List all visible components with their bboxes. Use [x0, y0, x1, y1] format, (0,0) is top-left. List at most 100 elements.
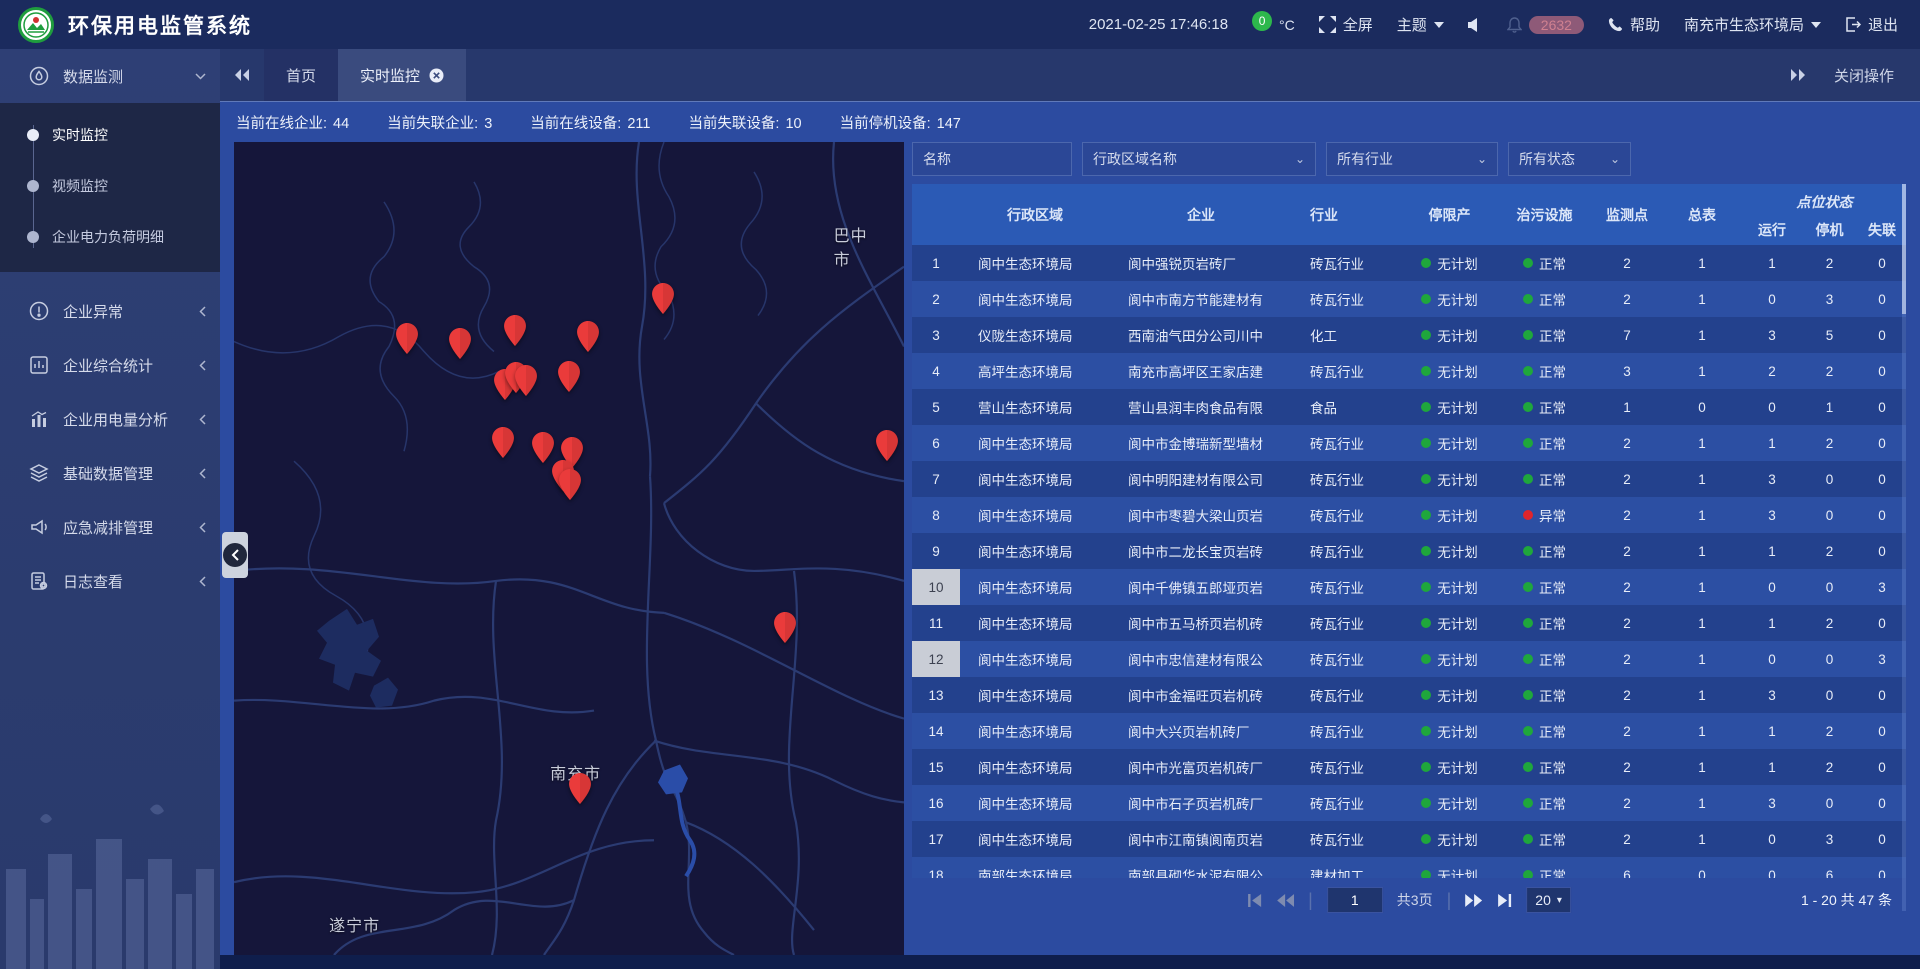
- notification-area[interactable]: 2632: [1507, 16, 1584, 34]
- sidebar-item-log-view[interactable]: 日志查看: [0, 554, 220, 608]
- status-dot-icon: [1421, 798, 1431, 808]
- table-row[interactable]: 7阆中生态环境局阆中明阳建材有限公司砖瓦行业无计划正常21300: [912, 461, 1906, 497]
- sidebar-item-enterprise-statistics[interactable]: 企业综合统计: [0, 338, 220, 392]
- table-row[interactable]: 4高坪生态环境局南充市高坪区王家店建砖瓦行业无计划正常31220: [912, 353, 1906, 389]
- table-row[interactable]: 8阆中生态环境局阆中市枣碧大梁山页岩砖瓦行业无计划异常21300: [912, 497, 1906, 533]
- map-pin[interactable]: [876, 430, 898, 466]
- cell-company: 南充市高坪区王家店建: [1110, 361, 1292, 381]
- chevron-left-icon: [199, 468, 206, 479]
- tabs-scroll-left-icon[interactable]: [220, 49, 264, 101]
- sidebar-subitem-power-load-detail[interactable]: 企业电力负荷明细: [0, 211, 220, 262]
- help-button[interactable]: 帮助: [1608, 14, 1660, 35]
- sidebar-item-data-monitoring[interactable]: 数据监测: [0, 49, 220, 103]
- table-row[interactable]: 13阆中生态环境局阆中市金福旺页岩机砖砖瓦行业无计划正常21300: [912, 677, 1906, 713]
- app-logo-icon: [18, 7, 54, 43]
- cell-offline: 0: [1857, 832, 1906, 847]
- status-dot-icon: [1421, 294, 1431, 304]
- sidebar-subitem-video-monitoring[interactable]: 视频监控: [0, 160, 220, 211]
- cell-stopped: 3: [1802, 832, 1857, 847]
- table-row[interactable]: 15阆中生态环境局阆中市光富页岩机砖厂砖瓦行业无计划正常21120: [912, 749, 1906, 785]
- map-pin[interactable]: [559, 469, 581, 505]
- tab-realtime-monitoring[interactable]: 实时监控: [338, 49, 466, 101]
- map-pin[interactable]: [532, 432, 554, 468]
- status-dot-icon: [1421, 510, 1431, 520]
- table-row[interactable]: 2阆中生态环境局阆中市南方节能建材有砖瓦行业无计划正常21030: [912, 281, 1906, 317]
- name-search-input[interactable]: [912, 142, 1072, 176]
- cell-stopped: 0: [1802, 580, 1857, 595]
- region-select[interactable]: 行政区域名称 ⌄: [1082, 142, 1316, 176]
- column-region: 行政区域: [960, 184, 1110, 245]
- cell-pollution-facility: 正常: [1497, 469, 1592, 489]
- map-pin[interactable]: [396, 323, 418, 359]
- chevron-left-icon: [199, 576, 206, 587]
- sidebar-item-electricity-analysis[interactable]: 企业用电量分析: [0, 392, 220, 446]
- chevron-left-icon: [199, 414, 206, 425]
- table-row[interactable]: 6阆中生态环境局阆中市金博瑞新型墙材砖瓦行业无计划正常21120: [912, 425, 1906, 461]
- mute-button[interactable]: [1468, 18, 1483, 32]
- close-operations-button[interactable]: 关闭操作: [1834, 65, 1894, 86]
- sidebar-item-enterprise-abnormal[interactable]: 企业异常: [0, 284, 220, 338]
- theme-dropdown[interactable]: 主题: [1397, 14, 1444, 35]
- table-row[interactable]: 1阆中生态环境局阆中强锐页岩砖厂砖瓦行业无计划正常21120: [912, 245, 1906, 281]
- stat-item: 当前在线企业:44: [236, 112, 349, 133]
- map-pin[interactable]: [577, 321, 599, 357]
- page-size-select[interactable]: 20 ▾: [1526, 887, 1571, 913]
- tabs-scroll-right-icon[interactable]: [1790, 69, 1806, 81]
- table-row[interactable]: 17阆中生态环境局阆中市江南镇阆南页岩砖瓦行业无计划正常21030: [912, 821, 1906, 857]
- cell-stopped: 2: [1802, 616, 1857, 631]
- table-row[interactable]: 18南部生态环境局南部县砌华水泥有限公建材加工无计划正常60060: [912, 857, 1906, 878]
- table-row[interactable]: 16阆中生态环境局阆中市石子页岩机砖厂砖瓦行业无计划正常21300: [912, 785, 1906, 821]
- cell-stop-production: 无计划: [1402, 721, 1497, 741]
- cell-index: 6: [912, 425, 960, 461]
- table-row[interactable]: 10阆中生态环境局阆中千佛镇五郎垭页岩砖瓦行业无计划正常21003: [912, 569, 1906, 605]
- cell-offline: 0: [1857, 328, 1906, 343]
- cell-offline: 0: [1857, 508, 1906, 523]
- industry-select[interactable]: 所有行业 ⌄: [1326, 142, 1498, 176]
- table-row[interactable]: 9阆中生态环境局阆中市二龙长宝页岩砖砖瓦行业无计划正常21120: [912, 533, 1906, 569]
- column-monitor-points: 监测点: [1592, 184, 1662, 245]
- table-row[interactable]: 14阆中生态环境局阆中大兴页岩机砖厂砖瓦行业无计划正常21120: [912, 713, 1906, 749]
- table-row[interactable]: 5营山生态环境局营山县润丰肉食品有限食品无计划正常10010: [912, 389, 1906, 425]
- scrollbar[interactable]: [1902, 184, 1906, 911]
- cell-company: 阆中市南方节能建材有: [1110, 289, 1292, 309]
- chevron-down-icon: [1811, 22, 1821, 28]
- logout-button[interactable]: 退出: [1845, 14, 1898, 35]
- map-pin[interactable]: [504, 315, 526, 351]
- map-pin[interactable]: [652, 283, 674, 319]
- sidebar-item-emergency-reduction[interactable]: 应急减排管理: [0, 500, 220, 554]
- cell-offline: 3: [1857, 580, 1906, 595]
- cell-index: 7: [912, 461, 960, 497]
- cell-stop-production: 无计划: [1402, 325, 1497, 345]
- map-pin[interactable]: [569, 773, 591, 809]
- cell-total-meters: 1: [1662, 616, 1742, 631]
- status-select[interactable]: 所有状态 ⌄: [1508, 142, 1631, 176]
- next-page-icon[interactable]: [1465, 894, 1482, 907]
- prev-page-icon[interactable]: [1277, 894, 1294, 907]
- status-dot-icon: [1421, 582, 1431, 592]
- cell-pollution-facility: 正常: [1497, 757, 1592, 777]
- sidebar-item-basic-data[interactable]: 基础数据管理: [0, 446, 220, 500]
- cell-stopped: 0: [1802, 508, 1857, 523]
- sidebar-subitem-realtime-monitoring[interactable]: 实时监控: [0, 109, 220, 160]
- cell-region: 阆中生态环境局: [960, 469, 1110, 489]
- table-row[interactable]: 12阆中生态环境局阆中市忠信建材有限公砖瓦行业无计划正常21003: [912, 641, 1906, 677]
- tab-home[interactable]: 首页: [264, 49, 338, 101]
- map-panel[interactable]: 巴中市南充市遂宁市: [234, 142, 904, 955]
- page-number-input[interactable]: [1327, 887, 1383, 913]
- map-pin[interactable]: [449, 328, 471, 364]
- cell-industry: 砖瓦行业: [1292, 757, 1402, 777]
- map-pin[interactable]: [774, 612, 796, 648]
- table-row[interactable]: 11阆中生态环境局阆中市五马桥页岩机砖砖瓦行业无计划正常21120: [912, 605, 1906, 641]
- table-row[interactable]: 3仪陇生态环境局西南油气田分公司川中化工无计划正常71350: [912, 317, 1906, 353]
- map-pin[interactable]: [558, 361, 580, 397]
- org-dropdown[interactable]: 南充市生态环境局: [1684, 14, 1821, 35]
- last-page-icon[interactable]: [1496, 894, 1512, 907]
- close-icon[interactable]: [429, 68, 444, 83]
- map-collapse-button[interactable]: [222, 532, 248, 578]
- map-pin[interactable]: [492, 427, 514, 463]
- cell-region: 高坪生态环境局: [960, 361, 1110, 381]
- map-pin[interactable]: [515, 365, 537, 401]
- fullscreen-button[interactable]: 全屏: [1319, 14, 1373, 35]
- first-page-icon[interactable]: [1247, 894, 1263, 907]
- scrollbar-thumb[interactable]: [1902, 184, 1906, 314]
